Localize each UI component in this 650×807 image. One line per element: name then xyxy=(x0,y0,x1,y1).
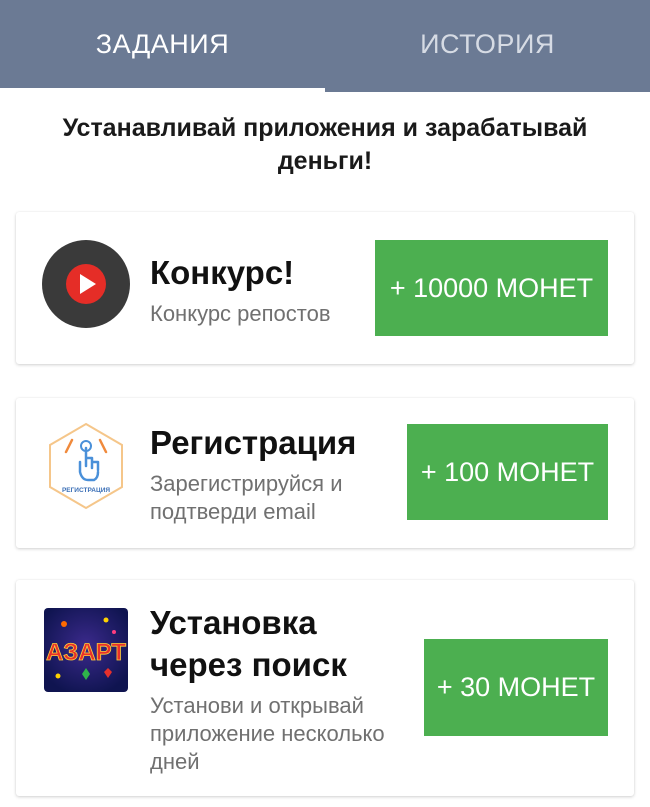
registration-icon-caption: РЕГИСТРАЦИЯ xyxy=(62,487,110,494)
tab-history[interactable]: ИСТОРИЯ xyxy=(325,0,650,88)
task-title: Конкурс! xyxy=(150,254,295,291)
task-card-contest[interactable]: Конкурс! Конкурс репостов + 10000 МОНЕТ xyxy=(16,212,634,364)
page-headline: Устанавливай приложения и зарабатывай де… xyxy=(62,114,588,175)
azart-app-icon: АЗАРТ xyxy=(42,606,130,694)
task-description: Зарегистрируйся и подтверди email xyxy=(150,471,343,524)
registration-hand-icon: РЕГИСТРАЦИЯ xyxy=(42,422,130,510)
reward-button[interactable]: + 30 МОНЕТ xyxy=(424,639,608,736)
youtube-play-icon xyxy=(42,240,130,328)
tab-bar: ЗАДАНИЯ ИСТОРИЯ xyxy=(0,0,650,92)
tab-tasks[interactable]: ЗАДАНИЯ xyxy=(0,0,325,88)
active-tab-indicator xyxy=(0,88,325,92)
azart-icon-caption: АЗАРТ xyxy=(46,639,126,666)
task-title: Регистрация xyxy=(150,424,357,461)
reward-button[interactable]: + 100 МОНЕТ xyxy=(407,424,608,520)
task-description: Установи и открывай приложение несколько… xyxy=(150,693,385,774)
task-card-registration[interactable]: РЕГИСТРАЦИЯ Регистрация Зарегистрируйся … xyxy=(16,398,634,548)
task-title: Установка через поиск xyxy=(150,604,347,683)
reward-button[interactable]: + 10000 МОНЕТ xyxy=(375,240,608,336)
task-description: Конкурс репостов xyxy=(150,301,331,326)
task-card-search-install[interactable]: АЗАРТ Установка через поиск Установи и о… xyxy=(16,580,634,796)
